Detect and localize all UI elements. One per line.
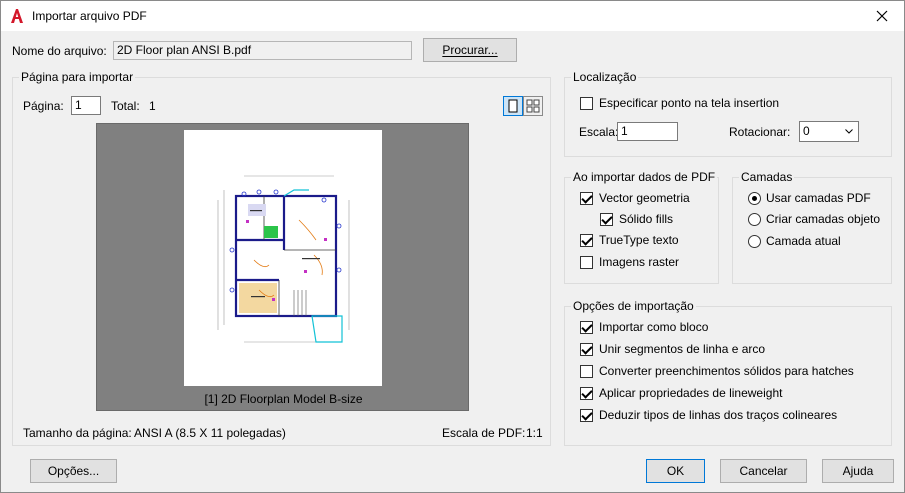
pdf-scale-value: 1:1: [526, 426, 543, 440]
chevron-down-icon: [845, 129, 853, 134]
page-size-label: Tamanho da página:: [23, 426, 132, 440]
solid-fills-label: Sólido fills: [619, 212, 674, 226]
create-object-layers-radio[interactable]: [748, 213, 761, 226]
scale-label: Escala:: [579, 125, 619, 139]
browse-button[interactable]: Procurar...: [423, 38, 517, 62]
current-layer-radio[interactable]: [748, 235, 761, 248]
thumbnail-caption: [1] 2D Floorplan Model B-size: [204, 392, 363, 406]
grid-view-button[interactable]: [523, 96, 543, 116]
cancel-button-label: Cancelar: [739, 464, 788, 478]
close-icon: [876, 10, 887, 22]
import-as-block-label: Importar como bloco: [599, 320, 709, 334]
options-button[interactable]: Opções...: [30, 459, 117, 483]
page-thumbnail[interactable]: [184, 130, 382, 386]
raster-images-checkbox[interactable]: [580, 256, 593, 269]
import-pdf-data-title: Ao importar dados de PDF: [571, 170, 718, 184]
cancel-button[interactable]: Cancelar: [720, 459, 807, 483]
page-label: Página:: [23, 99, 64, 113]
ok-button[interactable]: OK: [646, 459, 705, 483]
layers-title: Camadas: [739, 170, 795, 184]
truetype-text-checkbox[interactable]: [580, 234, 593, 247]
specify-on-screen-label: Especificar ponto na tela insertion: [599, 96, 780, 110]
rotate-value: 0: [803, 124, 810, 138]
single-page-view-button[interactable]: [503, 96, 523, 116]
join-segments-label: Unir segmentos de linha e arco: [599, 342, 766, 356]
help-button-label: Ajuda: [842, 464, 874, 478]
import-as-block-checkbox[interactable]: [580, 321, 593, 334]
grid-view-icon: [526, 99, 540, 113]
vector-geometry-checkbox[interactable]: [580, 192, 593, 205]
join-segments-checkbox[interactable]: [580, 343, 593, 356]
file-name-field: 2D Floor plan ANSI B.pdf: [113, 41, 412, 60]
autocad-a-icon: [11, 9, 23, 23]
pdf-scale-label: Escala de PDF:: [442, 426, 526, 440]
window-title: Importar arquivo PDF: [32, 9, 147, 23]
page-preview-area: [1] 2D Floorplan Model B-size: [96, 123, 469, 411]
total-value: 1: [149, 99, 156, 113]
browse-button-label: Procurar...: [442, 43, 498, 57]
scale-input[interactable]: 1: [617, 122, 678, 141]
file-name-label: Nome do arquivo:: [12, 44, 107, 58]
truetype-text-label: TrueType texto: [599, 233, 679, 247]
total-label: Total:: [111, 99, 140, 113]
options-button-label: Opções...: [47, 464, 100, 478]
use-pdf-layers-radio[interactable]: [748, 192, 761, 205]
infer-linetypes-checkbox[interactable]: [580, 409, 593, 422]
import-options-title: Opções de importação: [571, 299, 696, 313]
solid-fills-checkbox[interactable]: [600, 213, 613, 226]
help-button[interactable]: Ajuda: [822, 459, 894, 483]
title-bar: Importar arquivo PDF: [1, 1, 904, 31]
single-page-view-icon: [508, 99, 518, 113]
rotate-label: Rotacionar:: [729, 125, 791, 139]
convert-fills-label: Converter preenchimentos sólidos para ha…: [599, 364, 854, 378]
page-number-input[interactable]: 1: [71, 96, 101, 115]
convert-fills-checkbox[interactable]: [580, 365, 593, 378]
location-group: Localização: [564, 70, 892, 157]
page-size-value: ANSI A (8.5 X 11 polegadas): [134, 426, 286, 440]
raster-images-label: Imagens raster: [599, 255, 680, 269]
vector-geometry-label: Vector geometria: [599, 191, 690, 205]
specify-on-screen-checkbox[interactable]: [580, 97, 593, 110]
use-pdf-layers-label: Usar camadas PDF: [766, 191, 871, 205]
ok-button-label: OK: [666, 464, 685, 478]
infer-linetypes-label: Deduzir tipos de linhas dos traços colin…: [599, 408, 838, 422]
import-pdf-dialog: Importar arquivo PDF Nome do arquivo: 2D…: [0, 0, 905, 493]
apply-lineweight-checkbox[interactable]: [580, 387, 593, 400]
create-object-layers-label: Criar camadas objeto: [766, 212, 881, 226]
page-to-import-title: Página para importar: [19, 70, 136, 84]
current-layer-label: Camada atual: [766, 234, 841, 248]
apply-lineweight-label: Aplicar propriedades de lineweight: [599, 386, 783, 400]
rotate-select[interactable]: 0: [799, 121, 859, 142]
location-title: Localização: [571, 70, 639, 84]
close-button[interactable]: [859, 1, 904, 31]
floor-plan-thumbnail: [217, 175, 350, 343]
